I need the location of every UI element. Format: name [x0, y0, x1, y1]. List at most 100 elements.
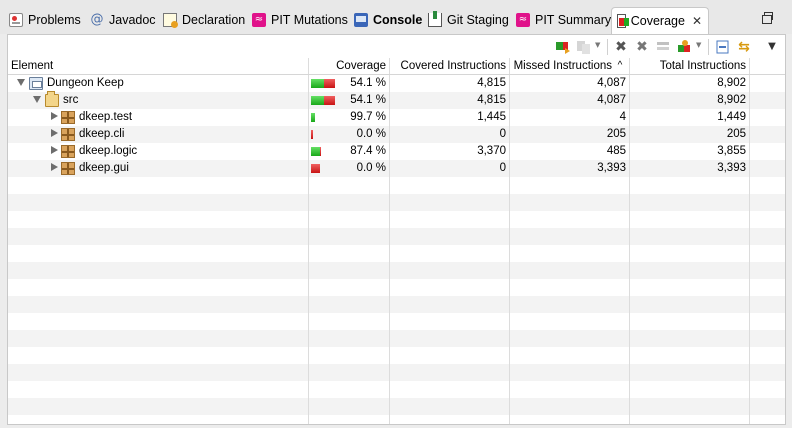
tab-problems[interactable]: Problems	[9, 8, 81, 32]
column-grid-line	[629, 75, 630, 424]
tab-label: Git Staging	[447, 13, 509, 27]
coverage-bar	[311, 96, 335, 105]
empty-row	[8, 330, 785, 347]
coverage-bar	[311, 113, 315, 122]
tab-label: Problems	[28, 13, 81, 27]
problems-icon	[9, 13, 23, 27]
select-session-icon[interactable]	[677, 39, 693, 55]
missed-bar-segment	[324, 96, 335, 105]
empty-row	[8, 398, 785, 415]
missed-instructions-value: 485	[606, 145, 626, 157]
empty-row	[8, 381, 785, 398]
missed-instructions-value: 3,393	[597, 162, 626, 174]
package-icon	[61, 162, 75, 175]
empty-row	[8, 279, 785, 296]
table-row[interactable]: dkeep.gui 0.0 % 0 3,393 3,393	[8, 160, 785, 177]
view-menu-icon[interactable]: ▼	[764, 39, 780, 55]
element-name: dkeep.logic	[79, 145, 138, 157]
maximize-view-icon[interactable]	[762, 12, 773, 24]
total-instructions-value: 1,449	[717, 111, 746, 123]
tab-git-staging[interactable]: Git Staging	[428, 8, 509, 32]
collapse-all-icon[interactable]	[715, 39, 731, 55]
column-divider[interactable]	[749, 58, 750, 74]
link-with-selection-icon[interactable]: ⇆	[736, 39, 752, 55]
tab-label: Javadoc	[109, 13, 156, 27]
declaration-icon	[163, 13, 178, 28]
tab-pit-summary[interactable]: ≈ PIT Summary	[516, 8, 611, 32]
sort-ascending-icon: ^	[617, 60, 623, 71]
covered-instructions-value: 1,445	[477, 111, 506, 123]
missed-instructions-value: 4,087	[597, 94, 626, 106]
console-icon	[354, 13, 368, 27]
covered-instructions-value: 4,815	[477, 77, 506, 89]
tab-javadoc[interactable]: @ Javadoc	[90, 8, 156, 32]
remove-session-icon[interactable]: ✖	[613, 39, 629, 55]
tab-console[interactable]: Console	[354, 8, 422, 32]
empty-row	[8, 347, 785, 364]
package-icon	[61, 145, 75, 158]
column-header-coverage[interactable]: Coverage	[309, 58, 389, 74]
empty-row	[8, 228, 785, 245]
close-tab-icon[interactable]: ✕	[692, 14, 702, 28]
covered-bar-segment	[311, 96, 324, 105]
package-icon	[61, 111, 75, 124]
column-header-covered-instructions[interactable]: Covered Instructions	[390, 58, 509, 74]
tab-label: PIT Mutations	[271, 13, 348, 27]
total-instructions-value: 8,902	[717, 94, 746, 106]
git-staging-icon	[428, 11, 442, 27]
tab-label: Console	[373, 13, 423, 27]
missed-instructions-value: 4	[619, 111, 626, 123]
table-row[interactable]: dkeep.cli 0.0 % 0 205 205	[8, 126, 785, 143]
relaunch-coverage-icon[interactable]	[555, 39, 571, 55]
merge-sessions-icon[interactable]	[576, 39, 592, 55]
empty-row	[8, 262, 785, 279]
empty-row	[8, 245, 785, 262]
table-row[interactable]: Dungeon Keep 54.1 % 4,815 4,087 8,902	[8, 75, 785, 92]
covered-bar-segment	[311, 147, 320, 156]
coverage-percent: 0.0 %	[356, 162, 386, 174]
column-header-element[interactable]: Element	[8, 58, 308, 74]
coverage-percent: 87.4 %	[350, 145, 386, 157]
tab-coverage[interactable]: Coverage ✕	[611, 7, 709, 34]
missed-bar-segment	[311, 130, 313, 139]
coverage-tree-table: Dungeon Keep 54.1 % 4,815 4,087 8,902 src 54.1…	[8, 75, 785, 424]
expand-toggle-open-icon[interactable]	[33, 96, 41, 103]
dump-execution-data-icon[interactable]	[655, 39, 671, 55]
covered-bar-segment	[311, 79, 324, 88]
empty-row	[8, 211, 785, 228]
table-row[interactable]: src 54.1 % 4,815 4,087 8,902	[8, 91, 785, 109]
covered-instructions-value: 3,370	[477, 145, 506, 157]
coverage-bar	[311, 130, 313, 139]
column-grid-line	[749, 75, 750, 424]
missed-instructions-value: 205	[606, 128, 626, 140]
expand-toggle-closed-icon[interactable]	[51, 112, 58, 120]
pit-summary-icon: ≈	[516, 13, 530, 27]
expand-toggle-closed-icon[interactable]	[51, 146, 58, 154]
missed-bar-segment	[320, 147, 321, 156]
tab-declaration[interactable]: Declaration	[163, 8, 245, 32]
remove-all-sessions-icon[interactable]: ✖	[634, 39, 650, 55]
element-name: Dungeon Keep	[47, 77, 124, 89]
covered-bar-segment	[311, 113, 315, 122]
coverage-bar	[311, 79, 335, 88]
dropdown-arrow-icon[interactable]: ▼	[696, 41, 701, 49]
coverage-bar	[311, 164, 320, 173]
tab-pit-mutations[interactable]: ≈ PIT Mutations	[252, 8, 348, 32]
tab-label: PIT Summary	[535, 13, 612, 27]
tab-label: Declaration	[182, 13, 246, 27]
column-header-total-instructions[interactable]: Total Instructions	[630, 58, 749, 74]
table-row[interactable]: dkeep.logic 87.4 % 3,370 485 3,855	[8, 143, 785, 160]
missed-instructions-value: 4,087	[597, 77, 626, 89]
coverage-percent: 54.1 %	[350, 94, 386, 106]
table-row[interactable]: dkeep.test 99.7 % 1,445 4 1,449	[8, 109, 785, 126]
expand-toggle-open-icon[interactable]	[17, 79, 25, 86]
dropdown-arrow-icon[interactable]: ▼	[595, 41, 600, 49]
empty-row	[8, 177, 785, 194]
coverage-bar	[311, 147, 321, 156]
expand-toggle-closed-icon[interactable]	[51, 163, 58, 171]
toolbar-separator	[708, 39, 709, 55]
column-header-missed-instructions[interactable]: Missed Instructions	[510, 58, 614, 74]
element-name: src	[63, 94, 79, 106]
expand-toggle-closed-icon[interactable]	[51, 129, 58, 137]
empty-row	[8, 364, 785, 381]
